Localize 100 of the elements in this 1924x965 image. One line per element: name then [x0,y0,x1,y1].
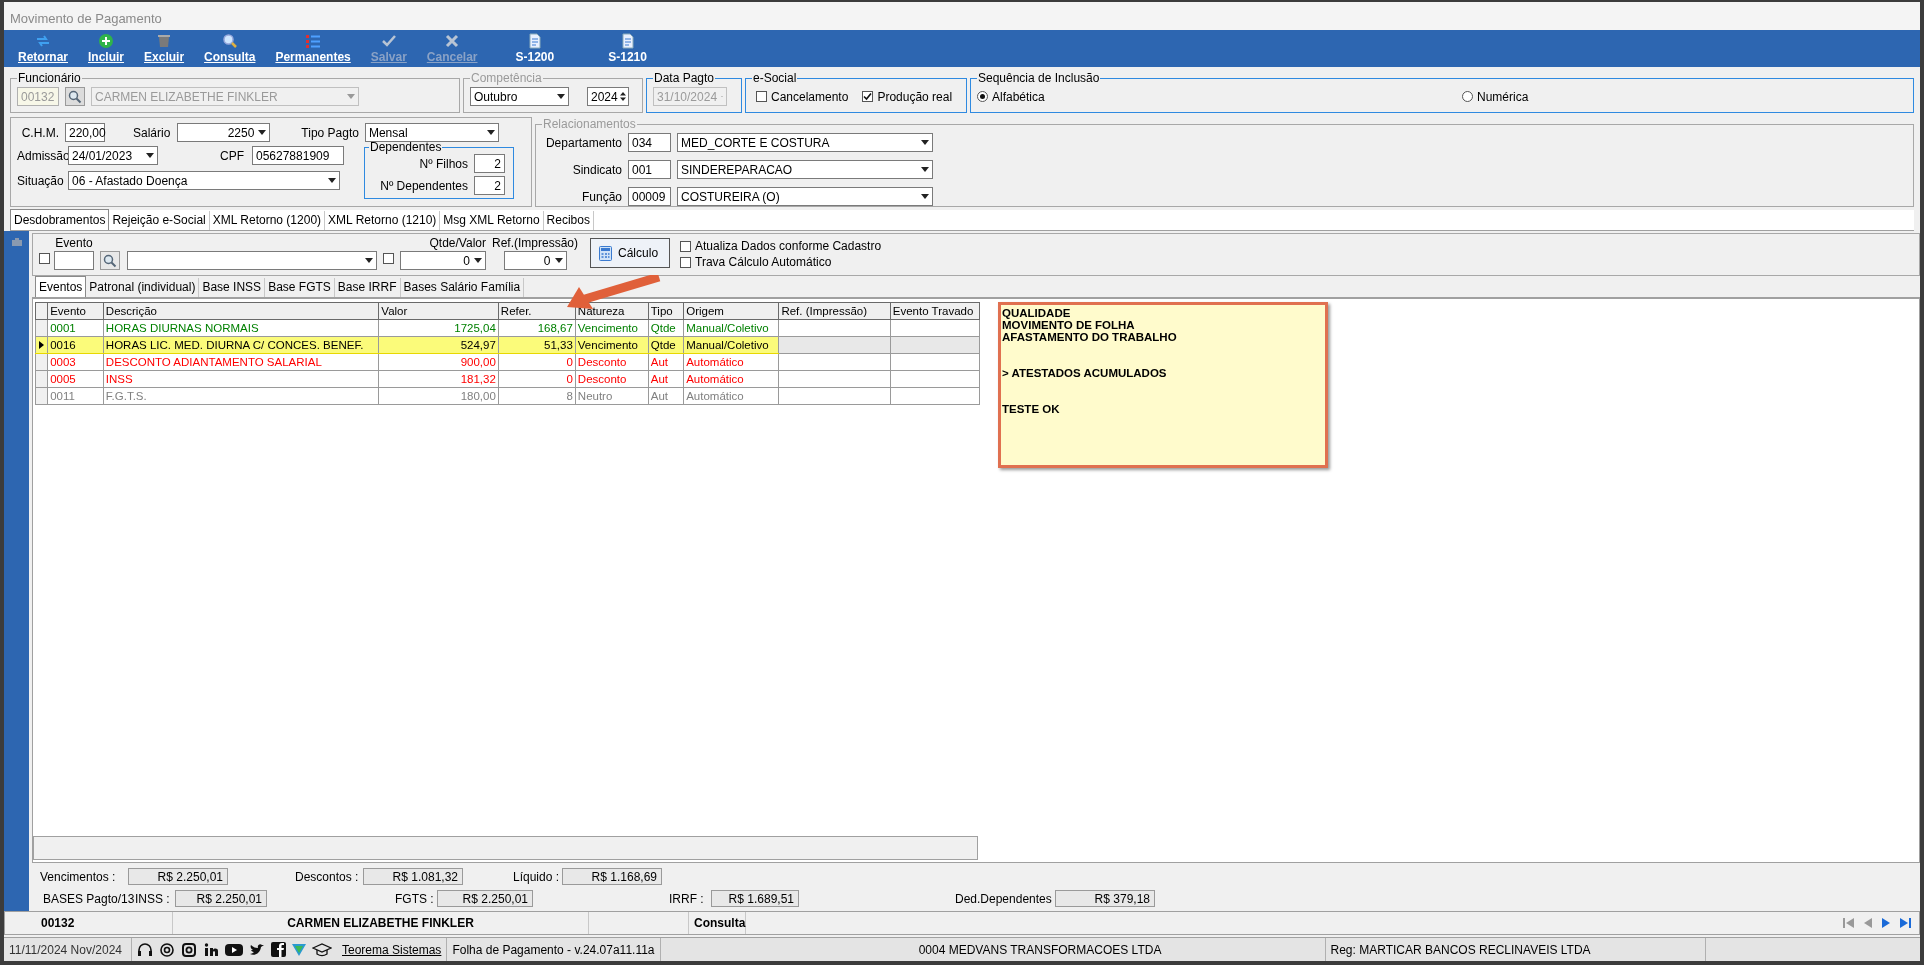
total-field: R$ 2.250,01 [437,890,533,907]
record-mode: Consulta [694,916,746,930]
hours-field[interactable]: 220,00 [65,123,105,142]
total-field: R$ 1.689,51 [711,890,799,907]
event-field[interactable] [54,251,94,270]
headset-icon[interactable] [137,941,153,958]
toolbar-button[interactable]: S-1210 [600,33,655,64]
reference-dropdown[interactable]: 0 [503,251,567,270]
toolbar-button[interactable]: Permanentes [267,33,359,64]
table-cell: Manual/Coletivo [686,322,769,334]
event-dropdown[interactable] [127,251,377,270]
table-cell: 0 [566,356,573,368]
table-cell: Manual/Coletivo [686,339,769,351]
count-field[interactable]: 2 [474,176,505,195]
caret-icon [921,140,929,145]
website-link[interactable]: Teorema Sistemas [342,942,442,957]
toolbar-button[interactable]: Incluir [80,33,133,64]
caret-icon [258,130,267,135]
table-cell: Qtde [650,322,676,334]
caret-icon [921,167,929,172]
network-icon[interactable] [203,941,219,958]
total-label: Descontos : [295,869,360,884]
cap-icon[interactable] [312,942,332,957]
code-field[interactable]: 00009 [628,187,671,206]
code-field[interactable]: 001 [628,160,671,179]
registration-text: Reg: MARTICAR BANCOS RECLINAVEIS LTDA [1330,942,1591,957]
code-field[interactable]: 034 [628,133,671,152]
checkbox[interactable] [680,256,692,268]
radio-button[interactable] [977,91,988,102]
total-label: INSS : [135,891,171,906]
status-dropdown[interactable]: 06 - Afastado Doença [68,171,340,190]
calculate-button[interactable]: Cálculo [590,238,671,268]
tab[interactable]: Desdobramentos [10,209,110,230]
tab[interactable]: Eventos [35,276,87,297]
checkbox[interactable] [862,91,874,102]
table-cell: Neutro [577,390,613,402]
window-title: Movimento de Pagamento [4,2,1920,30]
quantity-dropdown[interactable]: 0 [400,251,486,270]
payment-type-dropdown[interactable]: Mensal [364,123,499,142]
search-button[interactable] [65,87,85,106]
table-row[interactable]: 0001 HORAS DIURNAS NORMAIS 1725,04 168,67 Vencimento Qtde Manual/Coletivo [35,319,980,337]
relation-dropdown[interactable]: SINDEREPARACAO [677,160,933,179]
field-label: Qtde/Valor [429,236,486,250]
salary-dropdown[interactable]: 2250 [177,123,271,142]
table-row[interactable]: 0016 HORAS LIC. MED. DIURNA C/ CONCES. BENEF. 524,97 51,33 Vencimento Qtde Manual/Coletivo [35,336,980,354]
table-row[interactable]: 0003 DESCONTO ADIANTAMENTO SALARIAL 900,00 0 Desconto Aut Automático [35,353,980,371]
tab[interactable]: Base INSS [199,278,266,297]
caret-icon [347,94,355,99]
year-spinner[interactable]: 2024 [587,87,629,106]
total-label: IRRF : [669,891,705,906]
tab[interactable]: Base FGTS [265,278,335,297]
note-text: > ATESTADOS ACUMULADOS [1002,367,1168,379]
tab[interactable]: XML Retorno (1210) [325,211,441,230]
checkbox[interactable] [680,240,692,252]
table-row[interactable]: 0005 INSS 181,32 0 Desconto Aut Automático [35,370,980,388]
table-cell: 900,00 [460,356,496,368]
field-label: Função [580,189,622,204]
group-label: Relacionamentos [542,117,637,131]
table-cell: 180,00 [460,390,496,402]
admission-date-dropdown[interactable]: 24/01/2023 [68,146,158,165]
month-dropdown[interactable]: Outubro [470,87,569,106]
radio-button[interactable] [1462,91,1473,102]
tab[interactable]: Bases Salário Família [400,278,525,297]
play-icon[interactable] [225,942,243,957]
table-cell: 0003 [50,356,76,368]
plus-icon [98,33,114,49]
checkbox[interactable] [39,253,50,264]
tab[interactable]: Base IRRF [334,278,401,297]
tab[interactable]: Rejeição e-Social [109,211,210,230]
relation-dropdown[interactable]: MED_CORTE E COSTURA [677,133,933,152]
bird-icon[interactable] [249,942,265,957]
square-icon[interactable] [271,942,286,957]
radio-label: Alfabética [992,89,1045,104]
tab[interactable]: XML Retorno (1200) [209,211,326,230]
tab[interactable]: Recibos [543,211,594,230]
table-cell: HORAS LIC. MED. DIURNA C/ CONCES. BENEF. [105,339,364,351]
column-header: Refer. [498,302,576,320]
tab[interactable]: Patronal (individual) [86,278,200,297]
last-icon[interactable] [1899,918,1911,928]
toolbar-button[interactable]: Excluir [136,33,193,64]
total-label: BASES Pagto/13 [43,891,135,906]
status-date: 11/11/2024 Nov/2024 [9,942,122,957]
checkbox[interactable] [383,253,394,264]
note-text: QUALIDADE [1002,307,1072,319]
group-label: Funcionário [17,71,82,85]
camera-icon[interactable] [181,941,197,958]
toolbar-button[interactable]: Retornar [10,33,76,64]
cpf-field[interactable]: 05627881909 [252,146,344,165]
relation-dropdown[interactable]: COSTUREIRA (O) [677,187,933,206]
toolbar-button[interactable]: S-1200 [507,33,563,64]
field-label: Salário [133,125,171,140]
tab[interactable]: Msg XML Retorno [440,211,544,230]
table-row[interactable]: 0011 F.G.T.S. 180,00 8 Neutro Aut Automático [35,387,980,405]
count-field[interactable]: 2 [474,154,505,173]
field-label: Sindicato [571,162,622,177]
toolbar-button[interactable]: Consulta [196,33,264,64]
search-button[interactable] [100,251,120,270]
table-cell: Vencimento [577,339,638,351]
checkbox[interactable] [756,91,767,102]
next-icon[interactable] [1881,918,1891,928]
